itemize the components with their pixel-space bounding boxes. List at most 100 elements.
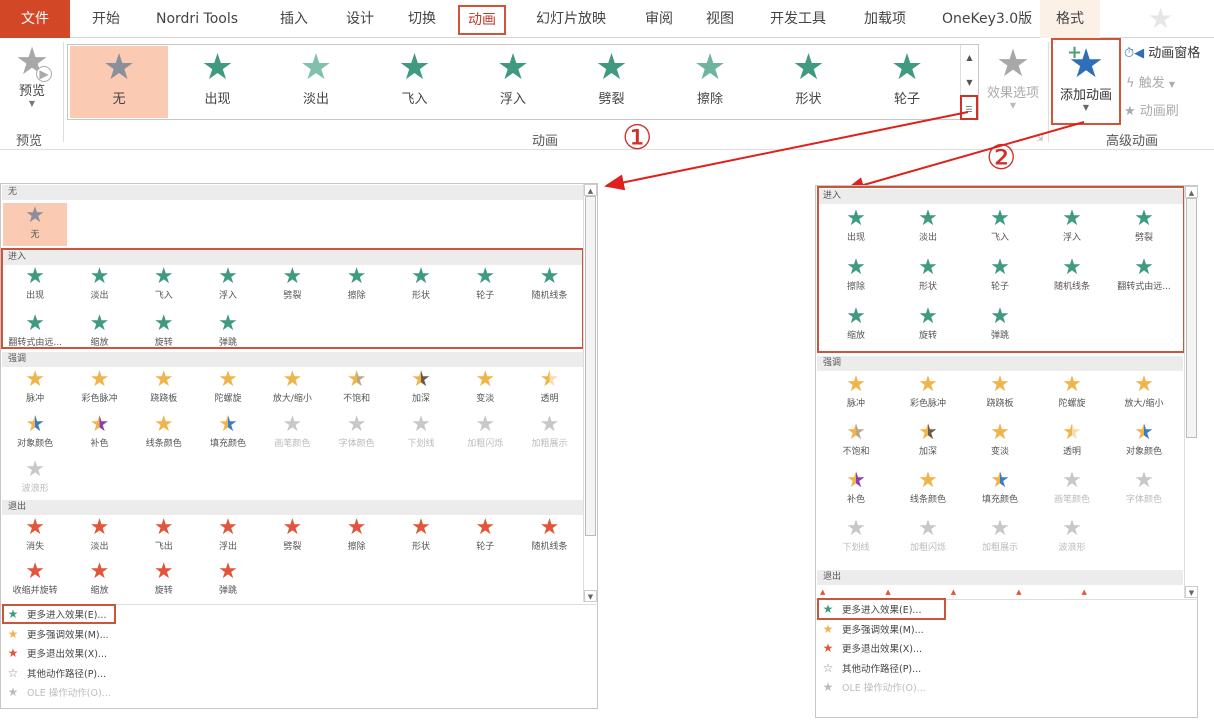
tab-6[interactable]: 幻灯片放映 (536, 0, 606, 38)
tab-9[interactable]: 开发工具 (770, 0, 826, 38)
gallery-item[interactable]: ★ 轮子 (858, 46, 956, 118)
scroll-down-button[interactable]: ▼ (584, 590, 597, 602)
effect-item[interactable]: ★ 随机线条 (517, 517, 581, 552)
effect-item[interactable]: ★ 飞入 (132, 266, 196, 301)
tab-8[interactable]: 视图 (706, 0, 734, 38)
effect-item[interactable]: ★ 不饱和 (325, 369, 389, 404)
effect-item[interactable]: ★ 变淡 (964, 422, 1036, 457)
effect-item[interactable]: ★ 脉冲 (820, 374, 892, 409)
gallery-item[interactable]: ★ 劈裂 (563, 46, 661, 118)
trigger-button[interactable]: ϟ 触发 ▼ (1126, 72, 1175, 91)
preview-dropdown-icon[interactable]: ▼ (4, 99, 60, 108)
menu-item-1[interactable]: ★ 更多强调效果(M)... (820, 622, 924, 640)
menu-item-1[interactable]: ★ 更多强调效果(M)... (5, 627, 109, 645)
effect-item[interactable]: ★ 旋转 (132, 561, 196, 596)
scroll-up-button[interactable]: ▲ (1185, 186, 1198, 198)
gallery-item[interactable]: ★ 擦除 (661, 46, 759, 118)
effect-item[interactable]: ★ 劈裂 (260, 517, 324, 552)
effect-item[interactable]: ★ 弹跳 (196, 561, 260, 596)
effect-item[interactable]: ★ 翻转式由远... (1108, 257, 1180, 292)
menu-item-2[interactable]: ★ 更多退出效果(X)... (5, 646, 107, 664)
effect-item[interactable]: ★ 填充颜色 (964, 470, 1036, 505)
effect-item[interactable]: ★ 形状 (892, 257, 964, 292)
scroll-thumb[interactable] (585, 196, 596, 536)
effect-item[interactable]: ★ 跷跷板 (132, 369, 196, 404)
effect-item[interactable]: ★ 劈裂 (260, 266, 324, 301)
effect-item[interactable]: ★ 缩放 (67, 313, 131, 348)
animation-pane-button[interactable]: ⏱◀ 动画窗格 (1124, 42, 1200, 61)
vertical-scrollbar[interactable]: ▲ ▼ (583, 184, 597, 602)
gallery-item[interactable]: ★ 无 (70, 46, 168, 118)
effect-item[interactable]: ★ 加深 (892, 422, 964, 457)
effect-item[interactable]: ★ 透明 (517, 369, 581, 404)
effect-item[interactable]: ★ 透明 (1036, 422, 1108, 457)
effect-item[interactable]: ★ 对象颜色 (1108, 422, 1180, 457)
tab-12[interactable]: 格式 (1040, 0, 1100, 38)
scroll-thumb[interactable] (1186, 198, 1197, 438)
gallery-item[interactable]: ★ 淡出 (267, 46, 365, 118)
menu-item-3[interactable]: ☆ 其他动作路径(P)... (5, 666, 107, 684)
scroll-up-button[interactable]: ▲ (584, 184, 597, 196)
effect-item[interactable]: ★ 擦除 (325, 517, 389, 552)
tab-4[interactable]: 切换 (408, 0, 436, 38)
effect-item[interactable]: ★ 轮子 (453, 266, 517, 301)
effect-item[interactable]: ★ 劈裂 (1108, 208, 1180, 243)
effect-item[interactable]: ★ 翻转式由远... (3, 313, 67, 348)
effect-item[interactable]: ★ 轮子 (453, 517, 517, 552)
menu-item-2[interactable]: ★ 更多退出效果(X)... (820, 641, 922, 659)
effect-item[interactable]: ★ 陀螺旋 (196, 369, 260, 404)
effect-item[interactable]: ★ 线条颜色 (132, 414, 196, 449)
tab-file[interactable]: 文件 (0, 0, 70, 38)
effect-item[interactable]: ★ 脉冲 (3, 369, 67, 404)
effect-item[interactable]: ★ 缩放 (820, 306, 892, 341)
effect-item[interactable]: ★ 填充颜色 (196, 414, 260, 449)
gallery-scroll-down[interactable]: ▼ (960, 70, 978, 95)
tab-7[interactable]: 审阅 (645, 0, 673, 38)
effect-item[interactable]: ★ 陀螺旋 (1036, 374, 1108, 409)
effect-item-none[interactable]: ★ 无 (3, 203, 67, 246)
animation-painter-button[interactable]: ★ 动画刷 (1124, 100, 1179, 119)
effect-item[interactable]: ★ 放大/缩小 (1108, 374, 1180, 409)
tab-5[interactable]: 动画 (458, 5, 506, 35)
preview-button[interactable]: ★ ▶ 预览 ▼ (4, 42, 60, 108)
effect-item[interactable]: ★ 变淡 (453, 369, 517, 404)
effect-item[interactable]: ★ 淡出 (892, 208, 964, 243)
effect-item[interactable]: ★ 形状 (389, 266, 453, 301)
tab-2[interactable]: 插入 (280, 0, 308, 38)
effect-item[interactable]: ★ 不饱和 (820, 422, 892, 457)
tab-0[interactable]: 开始 (92, 0, 120, 38)
effect-item[interactable]: ★ 形状 (389, 517, 453, 552)
effect-item[interactable]: ★ 跷跷板 (964, 374, 1036, 409)
effect-item[interactable]: ★ 擦除 (820, 257, 892, 292)
effect-item[interactable]: ★ 淡出 (67, 517, 131, 552)
effect-item[interactable]: ★ 对象颜色 (3, 414, 67, 449)
effect-item[interactable]: ★ 出现 (820, 208, 892, 243)
add-animation-button[interactable]: + ★ 添加动画 ▼ (1051, 38, 1121, 125)
effect-item[interactable]: ★ 彩色脉冲 (892, 374, 964, 409)
effect-item[interactable]: ★ 随机线条 (517, 266, 581, 301)
effect-item[interactable]: ★ 消失 (3, 517, 67, 552)
tab-10[interactable]: 加载项 (864, 0, 906, 38)
effect-item[interactable]: ★ 加深 (389, 369, 453, 404)
effect-item[interactable]: ★ 浮出 (196, 517, 260, 552)
effect-item[interactable]: ★ 随机线条 (1036, 257, 1108, 292)
effect-item[interactable]: ★ 浮入 (1036, 208, 1108, 243)
effect-item[interactable]: ★ 弹跳 (964, 306, 1036, 341)
tab-11[interactable]: OneKey3.0版 (942, 0, 1032, 38)
effect-item[interactable]: ★ 弹跳 (196, 313, 260, 348)
dialog-launcher-icon[interactable]: ⇲ (1036, 134, 1044, 144)
effect-item[interactable]: ★ 收缩并旋转 (3, 561, 67, 596)
gallery-item[interactable]: ★ 形状 (760, 46, 858, 118)
vertical-scrollbar[interactable]: ▲ ▼ (1184, 186, 1198, 598)
gallery-scroll-up[interactable]: ▲ (960, 45, 978, 70)
effect-item[interactable]: ★ 放大/缩小 (260, 369, 324, 404)
gallery-item[interactable]: ★ 出现 (169, 46, 267, 118)
effect-item[interactable]: ★ 旋转 (132, 313, 196, 348)
gallery-item[interactable]: ★ 飞入 (366, 46, 464, 118)
scroll-down-button[interactable]: ▼ (1185, 586, 1198, 598)
effect-item[interactable]: ★ 缩放 (67, 561, 131, 596)
effect-item[interactable]: ★ 出现 (3, 266, 67, 301)
effect-item[interactable]: ★ 淡出 (67, 266, 131, 301)
gallery-item[interactable]: ★ 浮入 (464, 46, 562, 118)
effect-item[interactable]: ★ 线条颜色 (892, 470, 964, 505)
